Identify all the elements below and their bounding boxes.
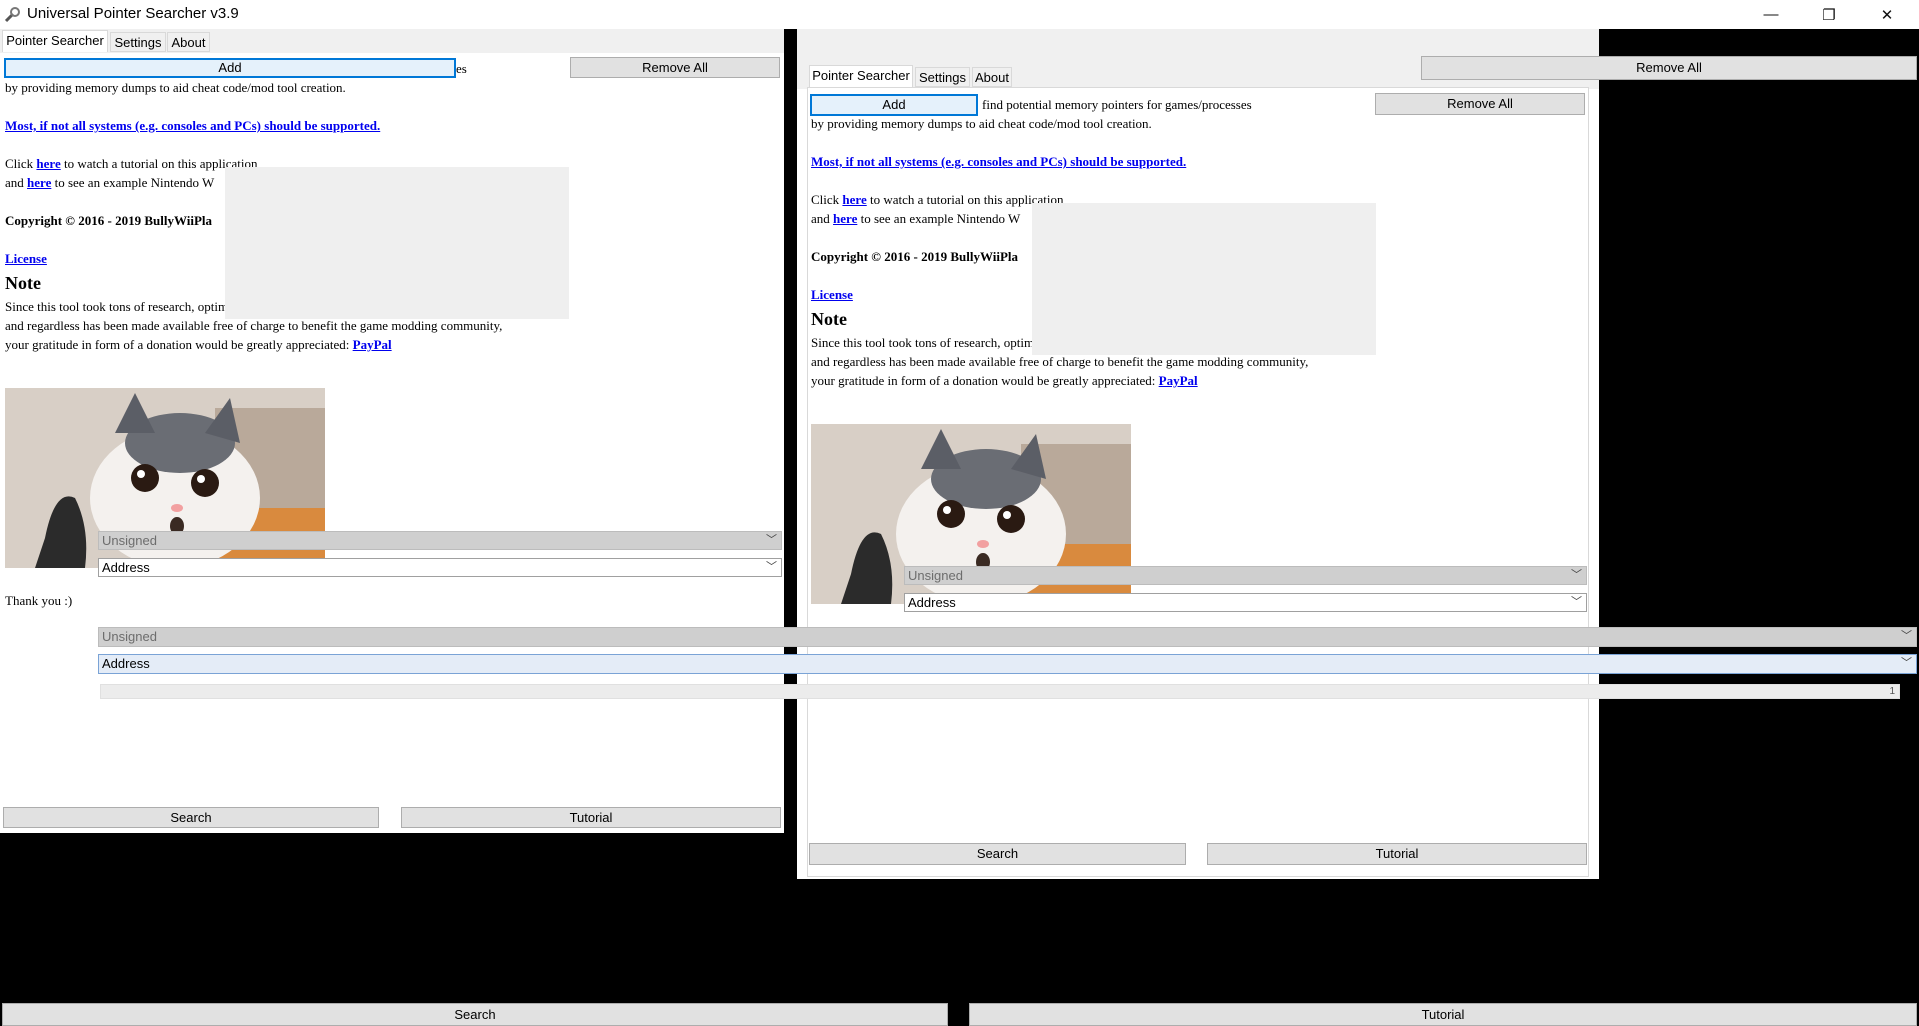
search-button[interactable]: Search — [809, 843, 1186, 865]
chevron-down-icon: ﹀ — [1901, 630, 1912, 642]
embedded-video-placeholder — [1032, 203, 1376, 355]
intro-text-2: by providing memory dumps to aid cheat c… — [5, 80, 346, 95]
intro-text-2: by providing memory dumps to aid cheat c… — [811, 116, 1152, 131]
address-select[interactable]: Address ﹀ — [904, 593, 1587, 612]
click-text: Click — [5, 156, 34, 171]
search-button-wide[interactable]: Search — [2, 1003, 948, 1026]
tab-settings[interactable]: Settings — [110, 32, 166, 52]
chevron-down-icon: ﹀ — [766, 534, 777, 546]
title-bar: Universal Pointer Searcher v3.9 — ❐ ✕ — [0, 0, 1919, 29]
systems-support-link[interactable]: Most, if not all systems (e.g. consoles … — [5, 118, 380, 133]
chevron-down-icon: ﹀ — [1901, 657, 1912, 669]
systems-support-link[interactable]: Most, if not all systems (e.g. consoles … — [811, 154, 1186, 169]
chevron-down-icon: ﹀ — [1571, 596, 1582, 608]
progress-bar: 1 — [100, 684, 1900, 699]
tutorial-button-wide[interactable]: Tutorial — [969, 1003, 1917, 1026]
chevron-down-icon: ﹀ — [766, 561, 777, 573]
remove-all-button-wide[interactable]: Remove All — [1421, 56, 1917, 80]
note-line-3: your gratitude in form of a donation wou… — [811, 373, 1156, 388]
remove-all-button[interactable]: Remove All — [570, 57, 780, 78]
progress-value: 1 — [1889, 686, 1895, 697]
thank-you-text: Thank you :) — [5, 593, 73, 608]
chevron-down-icon: ﹀ — [1571, 569, 1582, 581]
and-text: and — [811, 211, 830, 226]
address-select[interactable]: Address ﹀ — [98, 558, 782, 577]
tutorial-here-link[interactable]: here — [842, 192, 866, 207]
tab-settings[interactable]: Settings — [915, 67, 970, 87]
tab-pointer-searcher[interactable]: Pointer Searcher — [2, 30, 108, 52]
type-select-disabled: Unsigned ﹀ — [904, 566, 1587, 585]
type-select-disabled: Unsigned ﹀ — [98, 531, 782, 550]
example-here-link[interactable]: here — [27, 175, 51, 190]
add-button[interactable]: Add — [4, 58, 456, 78]
example-text: to see an example Nintendo W — [54, 175, 215, 190]
type-select-wide-disabled: Unsigned ﹀ — [98, 627, 1917, 647]
tab-about[interactable]: About — [167, 32, 210, 52]
and-text: and — [5, 175, 24, 190]
maximize-icon[interactable]: ❐ — [1800, 0, 1858, 29]
tutorial-here-link[interactable]: here — [36, 156, 60, 171]
add-button[interactable]: Add — [810, 94, 978, 116]
remove-all-button[interactable]: Remove All — [1375, 93, 1585, 115]
tab-pointer-searcher[interactable]: Pointer Searcher — [809, 65, 913, 87]
embedded-video-placeholder — [225, 167, 569, 319]
left-panel: Pointer Searcher Settings About es by pr… — [0, 29, 784, 833]
example-here-link[interactable]: here — [833, 211, 857, 226]
click-text: Click — [811, 192, 840, 207]
license-link[interactable]: License — [5, 251, 47, 266]
minimize-icon[interactable]: — — [1742, 0, 1800, 29]
search-button[interactable]: Search — [3, 807, 379, 828]
right-panel: Pointer Searcher Settings About find pot… — [797, 29, 1599, 879]
tutorial-button[interactable]: Tutorial — [1207, 843, 1587, 865]
window-title: Universal Pointer Searcher v3.9 — [27, 5, 239, 22]
tab-about[interactable]: About — [972, 67, 1012, 87]
paypal-link[interactable]: PayPal — [1159, 373, 1198, 388]
license-link[interactable]: License — [811, 287, 853, 302]
example-text: to see an example Nintendo W — [860, 211, 1021, 226]
close-icon[interactable]: ✕ — [1858, 0, 1916, 29]
address-select-wide[interactable]: Address ﹀ — [98, 654, 1917, 674]
paypal-link[interactable]: PayPal — [353, 337, 392, 352]
tutorial-button[interactable]: Tutorial — [401, 807, 781, 828]
note-line-3: your gratitude in form of a donation wou… — [5, 337, 350, 352]
wrench-icon — [4, 6, 22, 24]
